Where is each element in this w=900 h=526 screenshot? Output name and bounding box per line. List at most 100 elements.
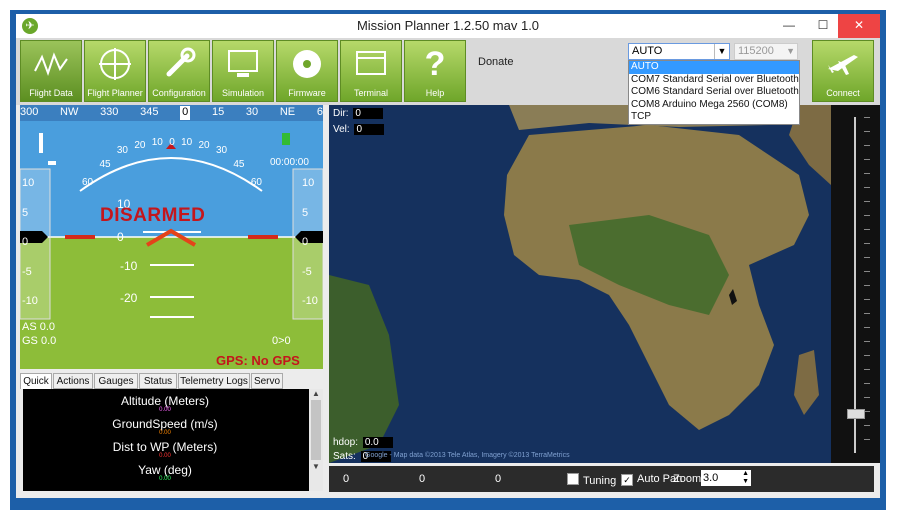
port-dropdown-list[interactable]: AUTO COM7 Standard Serial over Bluetooth… <box>628 60 800 125</box>
wrench-icon <box>149 45 209 83</box>
flight-data-button[interactable]: Flight Data <box>20 40 82 102</box>
tab-actions[interactable]: Actions <box>53 373 93 389</box>
chevron-down-icon[interactable]: ▼ <box>786 44 795 59</box>
status-value: 0 <box>419 473 426 485</box>
map-copyright: Google - Map data ©2013 Tele Atlas, Imag… <box>365 452 570 459</box>
sats-label: Sats: <box>333 451 356 462</box>
roll-labels: 60 45 30 20 10 0 10 20 30 45 60 <box>82 137 262 188</box>
tuning-checkbox[interactable]: Tuning <box>567 473 616 487</box>
quick-label: Yaw (deg) <box>138 463 192 477</box>
signal-icon <box>282 133 290 145</box>
scale-label: 5 <box>302 206 309 219</box>
scroll-thumb[interactable] <box>311 400 321 460</box>
vel-readout: Vel: 0 <box>333 124 385 135</box>
tab-servo[interactable]: Servo <box>251 373 283 389</box>
tab-quick[interactable]: Quick <box>20 373 52 389</box>
flight-data-label: Flight Data <box>29 88 73 98</box>
roll-label: 20 <box>198 140 210 151</box>
dir-value: 0 <box>353 108 384 119</box>
heading-tick: 345 <box>140 106 159 118</box>
port-option[interactable]: TCP <box>629 111 799 124</box>
spinner-icon[interactable]: ▲ ▼ <box>742 470 749 486</box>
plane-connect-icon <box>813 45 873 83</box>
scale-label: 10 <box>302 177 315 189</box>
tab-telemetry-logs[interactable]: Telemetry Logs <box>178 373 250 389</box>
simulation-button[interactable]: Simulation <box>212 40 274 102</box>
zoom-slider[interactable] <box>831 105 880 463</box>
connect-button[interactable]: Connect <box>812 40 874 102</box>
quick-item-groundspeed[interactable]: GroundSpeed (m/s) 0.00 <box>23 417 307 436</box>
zoom-input[interactable]: 3.0 ▲ ▼ <box>701 470 751 486</box>
connect-label: Connect <box>826 88 860 98</box>
scale-label: -10 <box>302 295 318 307</box>
app-window: ✈ Mission Planner 1.2.50 mav 1.0 — ☐ ✕ F… <box>16 14 880 498</box>
dir-label: Dir: <box>333 108 349 119</box>
quick-value: 0.00 <box>159 453 171 459</box>
roll-label: 10 <box>151 137 163 148</box>
roll-label: 45 <box>233 159 245 170</box>
checkmark-icon[interactable]: ✓ <box>621 474 633 486</box>
satellite-map[interactable]: Dir: 0 Vel: 0 hdop: 0.0 Sats: 0 Google -… <box>329 105 831 463</box>
pitch-label: -10 <box>120 259 138 273</box>
simulation-label: Simulation <box>221 88 265 98</box>
maximize-button[interactable]: ☐ <box>806 14 840 38</box>
scale-label: -10 <box>22 295 38 307</box>
quick-scrollbar[interactable]: ▲ ▼ <box>309 389 323 491</box>
roll-label: 60 <box>250 177 262 188</box>
port-select[interactable]: AUTO ▼ <box>628 43 730 60</box>
quick-item-yaw[interactable]: Yaw (deg) 0.00 <box>23 463 307 482</box>
zoom-ticks <box>864 117 870 453</box>
heading-tick: NE <box>279 106 296 118</box>
tab-gauges[interactable]: Gauges <box>94 373 138 389</box>
quick-label: Altitude (Meters) <box>120 394 210 408</box>
time-readout: 00:00:00 <box>270 157 309 168</box>
scale-label: 5 <box>22 206 29 219</box>
quick-item-altitude[interactable]: Altitude (Meters) 0.00 <box>23 394 307 413</box>
scroll-up-icon[interactable]: ▲ <box>309 389 323 398</box>
gps-status: GPS: No GPS <box>216 353 300 368</box>
dir-readout: Dir: 0 <box>333 108 384 119</box>
baud-selected-value: 115200 <box>738 45 774 57</box>
checkbox-icon[interactable] <box>567 473 579 485</box>
scale-label: -5 <box>22 265 32 278</box>
window-title: Mission Planner 1.2.50 mav 1.0 <box>356 18 540 33</box>
port-option[interactable]: COM8 Arduino Mega 2560 (COM8) <box>629 99 799 112</box>
roll-label: 60 <box>82 177 94 188</box>
roll-label: 10 <box>181 137 193 148</box>
configuration-label: Configuration <box>152 88 206 98</box>
flight-planner-button[interactable]: Flight Planner <box>84 40 146 102</box>
zoom-track-line <box>854 117 856 453</box>
terminal-button[interactable]: Terminal <box>340 40 402 102</box>
port-option[interactable]: AUTO <box>629 61 799 74</box>
scroll-down-icon[interactable]: ▼ <box>309 462 323 471</box>
help-button[interactable]: ? Help <box>404 40 466 102</box>
monitor-icon <box>213 45 273 83</box>
quick-item-dist-to-wp[interactable]: Dist to WP (Meters) 0.00 <box>23 440 307 459</box>
status-value: 0 <box>343 473 350 485</box>
port-option[interactable]: COM6 Standard Serial over Bluetooth <box>629 86 799 99</box>
pitch-label: -20 <box>120 291 138 305</box>
zoom-thumb[interactable] <box>847 409 865 419</box>
baud-select[interactable]: 115200 ▼ <box>734 43 798 60</box>
waypoint-readout: 0>0 <box>272 335 291 347</box>
quick-value: 0.00 <box>159 407 171 413</box>
roll-label: 30 <box>215 145 228 156</box>
close-button[interactable]: ✕ <box>838 14 880 38</box>
scale-label: 0 <box>22 236 29 248</box>
tuning-label: Tuning <box>583 475 617 487</box>
heading-labels: 300 NW 330 345 0 15 30 NE 6 <box>20 106 323 120</box>
minimize-button[interactable]: — <box>772 14 806 38</box>
donate-link[interactable]: Donate <box>478 56 513 68</box>
quick-label: GroundSpeed (m/s) <box>112 417 218 431</box>
terminal-label: Terminal <box>353 88 388 98</box>
port-option[interactable]: COM7 Standard Serial over Bluetooth <box>629 74 799 87</box>
waveform-icon <box>21 45 81 83</box>
roll-label: 30 <box>116 145 128 156</box>
data-tabs: Quick Actions Gauges Status Telemetry Lo… <box>20 373 323 389</box>
scale-label: 0 <box>302 236 309 248</box>
tab-status[interactable]: Status <box>139 373 177 389</box>
configuration-button[interactable]: Configuration <box>148 40 210 102</box>
firmware-button[interactable]: Firmware <box>276 40 338 102</box>
flight-planner-label: Flight Planner <box>87 88 143 98</box>
chevron-down-icon[interactable]: ▼ <box>714 44 729 59</box>
